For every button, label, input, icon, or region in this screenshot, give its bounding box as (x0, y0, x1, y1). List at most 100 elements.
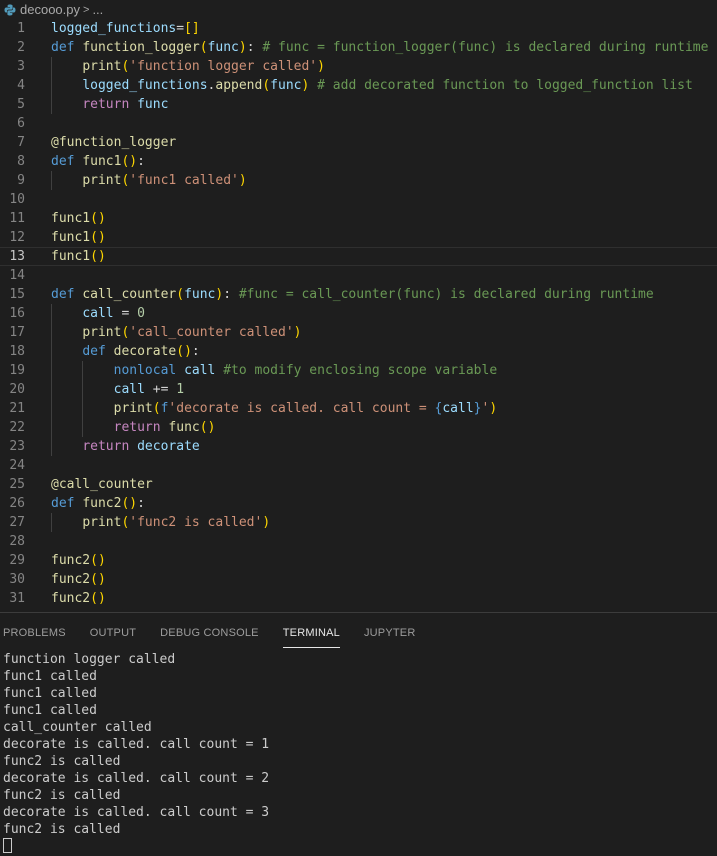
code-text: func1() (51, 249, 106, 264)
line-number: 1 (17, 21, 25, 36)
terminal-line: func1 called (3, 686, 97, 701)
code-line[interactable]: 12 func1() (0, 228, 717, 247)
tab-debug-console[interactable]: DEBUG CONSOLE (160, 617, 259, 647)
code-line[interactable]: 4 logged_functions.append(func) # add de… (0, 76, 717, 95)
terminal-output[interactable]: function logger called func1 called func… (0, 651, 717, 855)
code-text: def func2(): (51, 496, 145, 511)
code-line[interactable]: 27 print('func2 is called') (0, 513, 717, 532)
tab-terminal[interactable]: TERMINAL (282, 617, 340, 648)
code-line[interactable]: 22 return func() (0, 418, 717, 437)
line-number: 24 (9, 458, 25, 473)
code-line[interactable]: 7 @function_logger (0, 133, 717, 152)
code-text: def func1(): (51, 154, 145, 169)
code-line[interactable]: 10 (0, 190, 717, 209)
code-text: logged_functions.append(func) # add deco… (82, 78, 693, 93)
terminal-line: func1 called (3, 669, 97, 684)
terminal-line: func1 called (3, 703, 97, 718)
line-number: 7 (17, 135, 25, 150)
code-line[interactable]: 20 call += 1 (0, 380, 717, 399)
line-number: 22 (9, 420, 25, 435)
code-text: print('call_counter called') (82, 325, 302, 340)
code-line[interactable]: 6 (0, 114, 717, 133)
code-text: call = 0 (82, 306, 145, 321)
code-line[interactable]: 14 (0, 266, 717, 285)
code-line[interactable]: 19 nonlocal call #to modify enclosing sc… (0, 361, 717, 380)
breadcrumb-file[interactable]: decooo.py (20, 2, 80, 17)
code-line[interactable]: 5 return func (0, 95, 717, 114)
code-text: func2() (51, 591, 106, 606)
code-line[interactable]: 21 print(f'decorate is called. call coun… (0, 399, 717, 418)
line-number: 12 (9, 230, 25, 245)
line-number: 23 (9, 439, 25, 454)
breadcrumb-more[interactable]: ... (92, 2, 103, 17)
code-line[interactable]: 23 return decorate (0, 437, 717, 456)
line-number: 8 (17, 154, 25, 169)
code-text: nonlocal call #to modify enclosing scope… (113, 363, 498, 378)
line-number: 11 (9, 211, 25, 226)
code-text: print('func2 is called') (82, 515, 271, 530)
code-line[interactable]: 29 func2() (0, 551, 717, 570)
code-text: @call_counter (51, 477, 153, 492)
code-text: call += 1 (113, 382, 185, 397)
bottom-panel: PROBLEMS OUTPUT DEBUG CONSOLE TERMINAL J… (0, 612, 717, 853)
line-number: 27 (9, 515, 25, 530)
code-line[interactable]: 17 print('call_counter called') (0, 323, 717, 342)
code-text: func2() (51, 553, 106, 568)
code-text: return func() (113, 420, 216, 435)
code-line[interactable]: 9 print('func1 called') (0, 171, 717, 190)
python-file-icon (4, 4, 16, 15)
tab-output[interactable]: OUTPUT (90, 617, 136, 647)
terminal-cursor (3, 838, 12, 853)
code-line[interactable]: 25 @call_counter (0, 475, 717, 494)
line-number: 18 (9, 344, 25, 359)
line-number: 4 (17, 78, 25, 93)
panel-tabs: PROBLEMS OUTPUT DEBUG CONSOLE TERMINAL J… (0, 613, 717, 651)
code-line[interactable]: 13 func1() (0, 247, 717, 266)
terminal-line: func2 is called (3, 754, 121, 769)
terminal-line: func2 is called (3, 822, 121, 837)
code-text: func1() (51, 211, 106, 226)
code-line[interactable]: 3 print('function logger called') (0, 57, 717, 76)
code-line[interactable]: 15 def call_counter(func): #func = call_c… (0, 285, 717, 304)
line-number: 3 (17, 59, 25, 74)
line-number: 5 (17, 97, 25, 112)
line-number: 13 (9, 249, 25, 264)
code-line[interactable]: 2 def function_logger(func): # func = fun… (0, 38, 717, 57)
terminal-line: call_counter called (3, 720, 152, 735)
code-editor[interactable]: 1 logged_functions=[] 2 def function_logger… (0, 19, 717, 611)
code-text: func1() (51, 230, 106, 245)
line-number: 10 (9, 192, 25, 207)
code-line[interactable]: 1 logged_functions=[] (0, 19, 717, 38)
code-line[interactable]: 18 def decorate(): (0, 342, 717, 361)
code-line[interactable]: 30 func2() (0, 570, 717, 589)
terminal-line: decorate is called. call count = 3 (3, 805, 270, 820)
code-text: print('func1 called') (82, 173, 247, 188)
line-number: 25 (9, 477, 25, 492)
line-number: 21 (9, 401, 25, 416)
code-line[interactable]: 16 call = 0 (0, 304, 717, 323)
line-number: 26 (9, 496, 25, 511)
tab-jupyter[interactable]: JUPYTER (364, 617, 416, 647)
code-line[interactable]: 31 func2() (0, 589, 717, 608)
code-text: return func (82, 97, 169, 112)
code-line[interactable]: 11 func1() (0, 209, 717, 228)
line-number: 28 (9, 534, 25, 549)
line-number: 15 (9, 287, 25, 302)
line-number: 30 (9, 572, 25, 587)
code-line[interactable]: 28 (0, 532, 717, 551)
line-number: 29 (9, 553, 25, 568)
terminal-line: decorate is called. call count = 1 (3, 737, 270, 752)
line-number: 2 (17, 40, 25, 55)
code-line[interactable]: 8 def func1(): (0, 152, 717, 171)
line-number: 6 (17, 116, 25, 131)
code-text: def call_counter(func): #func = call_cou… (51, 287, 654, 302)
terminal-prompt[interactable] (3, 838, 717, 855)
code-text: return decorate (82, 439, 200, 454)
tab-problems[interactable]: PROBLEMS (3, 617, 66, 647)
code-line[interactable]: 24 (0, 456, 717, 475)
chevron-right-icon: > (83, 3, 90, 16)
line-number: 9 (17, 173, 25, 188)
code-line[interactable]: 26 def func2(): (0, 494, 717, 513)
breadcrumb: decooo.py > ... (0, 0, 717, 19)
terminal-line: func2 is called (3, 788, 121, 803)
